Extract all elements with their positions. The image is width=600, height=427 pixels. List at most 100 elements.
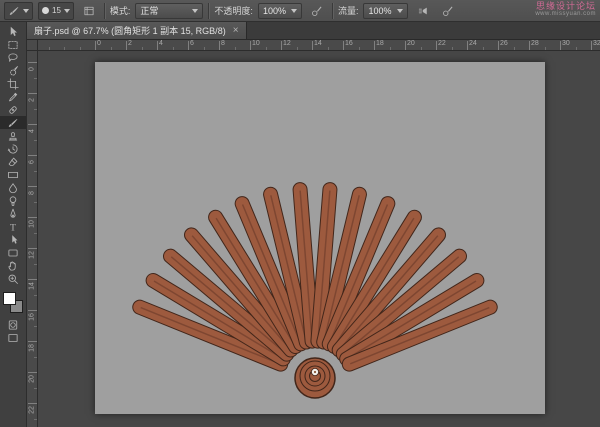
move-icon bbox=[7, 26, 19, 38]
gradient-tool[interactable] bbox=[0, 168, 26, 181]
eyedropper-tool[interactable] bbox=[0, 90, 26, 103]
marquee-icon bbox=[7, 39, 19, 51]
separator bbox=[332, 3, 333, 19]
ruler-number: 16 bbox=[29, 311, 37, 324]
ruler-number: 20 bbox=[407, 40, 415, 48]
ruler-number: 32 bbox=[593, 40, 600, 48]
ruler-tick bbox=[560, 41, 561, 50]
shape-tool[interactable] bbox=[0, 246, 26, 259]
flow-value: 100% bbox=[368, 6, 391, 16]
stamp-icon bbox=[7, 130, 19, 142]
vertical-ruler[interactable]: 0246810121416182022 bbox=[27, 51, 38, 427]
ruler-minor-tick bbox=[34, 233, 37, 234]
move-tool[interactable] bbox=[0, 25, 26, 38]
dodge-tool[interactable] bbox=[0, 194, 26, 207]
type-tool[interactable]: T bbox=[0, 220, 26, 233]
ruler-tick bbox=[126, 41, 127, 50]
zoom-tool[interactable] bbox=[0, 272, 26, 285]
ruler-origin-corner[interactable] bbox=[27, 40, 38, 51]
zoom-icon bbox=[7, 273, 19, 285]
ruler-number: 16 bbox=[345, 40, 353, 48]
opacity-value: 100% bbox=[263, 6, 286, 16]
separator bbox=[208, 3, 209, 19]
ruler-tick bbox=[436, 41, 437, 50]
brush-tip-icon bbox=[42, 7, 49, 14]
ruler-minor-tick bbox=[34, 78, 37, 79]
eraser-tool[interactable] bbox=[0, 155, 26, 168]
lasso-tool[interactable] bbox=[0, 51, 26, 64]
ruler-tick bbox=[188, 41, 189, 50]
ruler-tick bbox=[405, 41, 406, 50]
document-tab-bar: 扇子.psd @ 67.7% (圆角矩形 1 副本 15, RGB/8) × bbox=[27, 22, 600, 40]
clone-stamp-tool[interactable] bbox=[0, 129, 26, 142]
crop-icon bbox=[7, 78, 19, 90]
ruler-minor-tick bbox=[297, 47, 298, 50]
ruler-minor-tick bbox=[483, 47, 484, 50]
gradient-icon bbox=[7, 169, 19, 181]
ruler-number: 8 bbox=[29, 187, 37, 200]
ruler-tick bbox=[343, 41, 344, 50]
ruler-number: 12 bbox=[283, 40, 291, 48]
ruler-tick bbox=[467, 41, 468, 50]
tools-container: T bbox=[0, 25, 26, 285]
ruler-minor-tick bbox=[34, 140, 37, 141]
eyedropper-icon bbox=[7, 91, 19, 103]
eraser-icon bbox=[7, 156, 19, 168]
crop-tool[interactable] bbox=[0, 77, 26, 90]
ruler-minor-tick bbox=[34, 388, 37, 389]
ruler-number: 22 bbox=[29, 404, 37, 417]
horizontal-ruler[interactable]: 02468101214161820222426283032 bbox=[38, 40, 600, 51]
opacity-select[interactable]: 100% bbox=[258, 3, 302, 19]
airbrush-button[interactable] bbox=[413, 2, 433, 20]
foreground-color-swatch[interactable] bbox=[3, 292, 16, 305]
separator bbox=[104, 3, 105, 19]
ruler-tick bbox=[312, 41, 313, 50]
healing-brush-tool[interactable] bbox=[0, 103, 26, 116]
mode-select[interactable]: 正常 bbox=[135, 3, 203, 19]
ruler-minor-tick bbox=[235, 47, 236, 50]
ruler-minor-tick bbox=[452, 47, 453, 50]
ruler-number: 2 bbox=[128, 40, 132, 48]
brush-tool[interactable] bbox=[0, 116, 26, 129]
brush-preset-picker[interactable]: 15 bbox=[38, 2, 74, 20]
toggle-brush-panel-button[interactable] bbox=[79, 2, 99, 20]
ruler-number: 4 bbox=[159, 40, 163, 48]
tab-close-button[interactable]: × bbox=[233, 26, 239, 36]
ruler-tick bbox=[281, 41, 282, 50]
blur-tool[interactable] bbox=[0, 181, 26, 194]
ruler-minor-tick bbox=[359, 47, 360, 50]
screen-mode-icon bbox=[7, 332, 19, 344]
ruler-number: 6 bbox=[29, 156, 37, 169]
brush-icon bbox=[8, 5, 20, 17]
ruler-minor-tick bbox=[80, 47, 81, 50]
hand-tool[interactable] bbox=[0, 259, 26, 272]
tool-preset-picker[interactable] bbox=[4, 2, 33, 20]
quick-selection-tool[interactable] bbox=[0, 64, 26, 77]
lasso-icon bbox=[7, 52, 19, 64]
watermark-title: 思缘设计论坛 bbox=[535, 1, 596, 11]
quick-mask-button[interactable] bbox=[0, 318, 26, 331]
marquee-tool[interactable] bbox=[0, 38, 26, 51]
color-swatches[interactable] bbox=[0, 290, 27, 318]
document-tab[interactable]: 扇子.psd @ 67.7% (圆角矩形 1 副本 15, RGB/8) × bbox=[27, 22, 247, 39]
ruler-number: 0 bbox=[97, 40, 101, 48]
ruler-tick bbox=[529, 41, 530, 50]
pressure-opacity-button[interactable] bbox=[307, 2, 327, 20]
chevron-down-icon bbox=[397, 9, 403, 13]
path-selection-tool[interactable] bbox=[0, 233, 26, 246]
canvas-viewport bbox=[38, 51, 600, 427]
history-brush-tool[interactable] bbox=[0, 142, 26, 155]
document-canvas[interactable] bbox=[95, 62, 545, 414]
svg-text:T: T bbox=[10, 222, 16, 233]
ruler-minor-tick bbox=[390, 47, 391, 50]
fan-pivot bbox=[295, 358, 335, 398]
options-bar: 15 模式: 正常 不透明度: 100% 流量: 100% 思缘设 bbox=[0, 0, 600, 22]
pen-pressure-icon bbox=[311, 5, 323, 17]
pen-tool[interactable] bbox=[0, 207, 26, 220]
ruler-minor-tick bbox=[34, 326, 37, 327]
ruler-minor-tick bbox=[514, 47, 515, 50]
flow-select[interactable]: 100% bbox=[363, 3, 407, 19]
screen-mode-button[interactable] bbox=[0, 331, 26, 344]
pressure-size-button[interactable] bbox=[438, 2, 458, 20]
ruler-minor-tick bbox=[34, 202, 37, 203]
